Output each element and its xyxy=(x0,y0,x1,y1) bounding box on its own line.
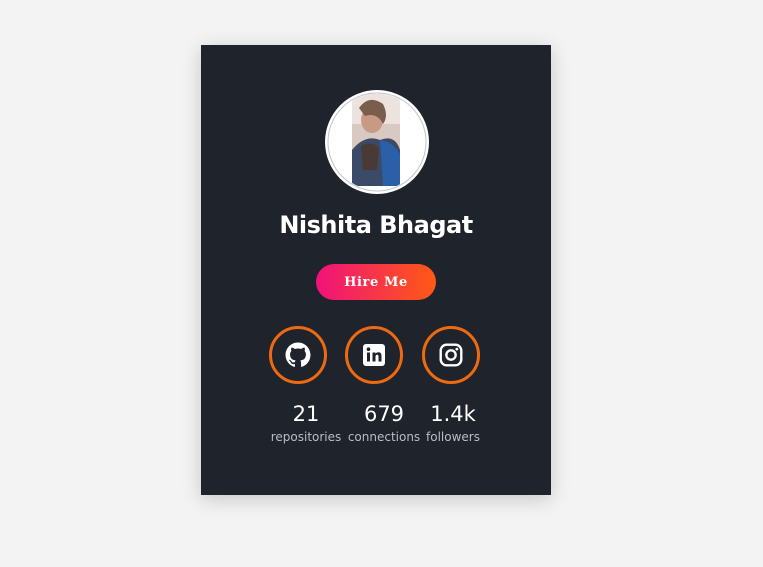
stat-label: followers xyxy=(426,430,480,444)
profile-card: Nishita Bhagat Hire Me 21 repositories 6… xyxy=(201,45,551,495)
stat-connections: 679 connections xyxy=(344,401,424,445)
github-icon xyxy=(285,342,311,367)
instagram-icon xyxy=(439,343,463,367)
stat-label: repositories xyxy=(270,430,342,444)
stat-repositories: 21 repositories xyxy=(266,401,346,445)
avatar xyxy=(325,90,429,194)
github-link[interactable] xyxy=(269,326,327,384)
hire-me-button[interactable]: Hire Me xyxy=(316,264,436,300)
stat-followers: 1.4k followers xyxy=(413,401,493,445)
stat-value: 1.4k xyxy=(430,402,476,426)
instagram-link[interactable] xyxy=(422,326,480,384)
stat-label: connections xyxy=(347,430,421,444)
stat-value: 679 xyxy=(363,402,405,426)
profile-photo xyxy=(327,92,427,192)
stat-value: 21 xyxy=(292,402,320,426)
linkedin-link[interactable] xyxy=(345,326,403,384)
linkedin-icon xyxy=(363,344,385,366)
profile-name: Nishita Bhagat xyxy=(279,211,473,239)
